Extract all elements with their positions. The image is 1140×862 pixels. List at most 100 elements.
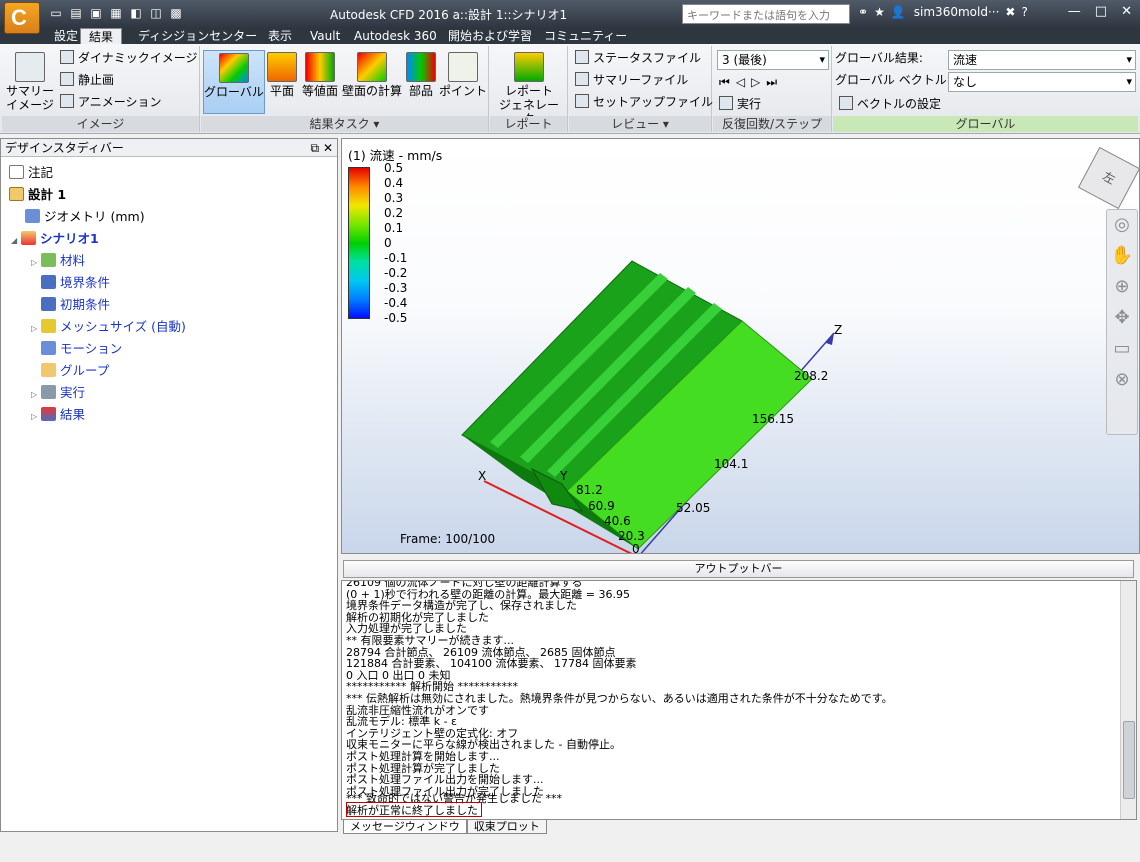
vector-settings-label: ベクトルの設定	[857, 97, 942, 111]
tab-community[interactable]: コミュニティー	[536, 28, 635, 44]
save-icon[interactable]: ▣	[88, 5, 104, 21]
fit-view-icon[interactable]: ▭	[1107, 338, 1137, 359]
pane-close-icon[interactable]: ✕	[323, 141, 333, 155]
tree-item-motion[interactable]: モーション	[41, 339, 122, 359]
expand-arrow-icon[interactable]: ▷	[31, 253, 41, 273]
point-label: ポイント	[439, 84, 488, 98]
review-panel-label[interactable]: レビュー ▾	[569, 116, 711, 132]
next-step-icon[interactable]: ▷	[751, 75, 766, 89]
binoculars-icon[interactable]: ⚭	[858, 5, 868, 19]
global-vector-select[interactable]: なし	[948, 72, 1136, 92]
graphics-viewport[interactable]: (1) 流速 - mm/s 0.5 0.4 0.3 0.2 0.1 0 -0.1…	[341, 138, 1140, 554]
global-button[interactable]: グローバル	[203, 50, 265, 114]
new-icon[interactable]: ▭	[48, 5, 64, 21]
report-generator-button[interactable]: レポート ジェネレータ	[494, 50, 564, 126]
look-icon[interactable]: ⊗	[1107, 369, 1137, 390]
image-panel: サマリー イメージ ダイナミックイメージ 静止画 アニメーション イメージ	[2, 46, 200, 132]
orbit-icon[interactable]: ✥	[1107, 307, 1137, 328]
tree-item-geometry[interactable]: ジオメトリ (mm)	[25, 207, 145, 227]
tree-item-initial-conditions[interactable]: 初期条件	[41, 295, 110, 315]
animation-button[interactable]: アニメーション	[60, 92, 162, 112]
tree-item-notes[interactable]: 注記	[9, 163, 53, 183]
tab-autodesk-360[interactable]: Autodesk 360	[346, 28, 445, 44]
design-folder-icon	[9, 187, 24, 201]
parts-button[interactable]: 部品	[405, 50, 437, 114]
pin-icon[interactable]: ⧉	[311, 141, 320, 155]
tab-getting-started[interactable]: 開始および学習	[440, 28, 540, 44]
expand-arrow-icon[interactable]: ▷	[31, 319, 41, 339]
plane-button[interactable]: 平面	[267, 50, 297, 114]
tab-vault[interactable]: Vault	[302, 28, 348, 44]
tab-results[interactable]: 結果	[80, 28, 123, 44]
import-icon[interactable]: ◧	[128, 5, 144, 21]
window-title: Autodesk CFD 2016 a::設計 1::シナリオ1	[330, 8, 568, 22]
tree-item-group[interactable]: グループ	[41, 361, 109, 381]
open-icon[interactable]: ▤	[68, 5, 84, 21]
global-panel-label: グローバル	[833, 116, 1138, 132]
expand-arrow-icon[interactable]: ▷	[31, 407, 41, 427]
output-scrollbar[interactable]	[1120, 581, 1136, 819]
still-image-button[interactable]: 静止画	[60, 70, 114, 90]
application-menu-button[interactable]: C	[4, 2, 40, 34]
tree-item-mesh-size[interactable]: ▷ メッシュサイズ (自動)	[31, 317, 186, 337]
tab-view[interactable]: 表示	[260, 28, 300, 44]
user-icon[interactable]: 👤	[891, 5, 906, 19]
expand-arrow-icon[interactable]: ▷	[31, 385, 41, 405]
user-name[interactable]: sim360mold···	[914, 5, 1000, 19]
iteration-panel-label: 反復回数/ステップ	[713, 116, 831, 132]
run-button[interactable]: 実行	[719, 94, 761, 114]
dynamic-image-label: ダイナミックイメージ	[78, 51, 198, 65]
wall-calculator-button[interactable]: 壁面の計算	[341, 50, 403, 114]
status-file-button[interactable]: ステータスファイル	[575, 48, 701, 68]
result-task-panel-label[interactable]: 結果タスク ▾	[201, 116, 488, 132]
maximize-button[interactable]: □	[1095, 4, 1107, 19]
first-step-icon[interactable]: ⏮	[719, 75, 736, 89]
x-tick-label: 40.6	[604, 514, 631, 528]
output-bar-header[interactable]: アウトプットバー	[343, 560, 1134, 578]
tree-item-design[interactable]: 設計 1	[9, 185, 66, 205]
help-icon[interactable]: ?	[1021, 5, 1027, 19]
summary-file-button[interactable]: サマリーファイル	[575, 70, 688, 90]
minimize-button[interactable]: —	[1068, 4, 1081, 19]
tab-convergence-plot[interactable]: 収束プロット	[466, 820, 547, 834]
settings-icon[interactable]: ▩	[168, 5, 184, 21]
zoom-icon[interactable]: ⊕	[1107, 276, 1137, 297]
point-button[interactable]: ポイント	[439, 50, 487, 114]
tree-item-results[interactable]: ▷ 結果	[31, 405, 85, 425]
dynamic-image-button[interactable]: ダイナミックイメージ	[60, 48, 198, 68]
tab-decision-center[interactable]: ディシジョンセンター	[130, 28, 265, 44]
dynamic-image-icon	[60, 50, 74, 64]
summary-image-button[interactable]: サマリー イメージ	[6, 50, 54, 114]
tree-item-material[interactable]: ▷ 材料	[31, 251, 85, 271]
view-icon[interactable]: ◫	[148, 5, 164, 21]
search-input[interactable]: キーワードまたは語句を入力	[682, 4, 850, 24]
output-message-window: 26109 個の流体ノードに対し壁の距離計算する (0 + 1)秒で行われる壁の…	[341, 580, 1137, 820]
tab-message-window[interactable]: メッセージウィンドウ	[343, 820, 467, 834]
tree-item-boundary-conditions[interactable]: 境界条件	[41, 273, 110, 293]
isosurface-button[interactable]: 等値面	[301, 50, 339, 114]
design-study-bar-header: デザインスタディバー ⧉ ✕	[1, 139, 337, 157]
iteration-select[interactable]: 3 (最後)	[717, 50, 829, 70]
vector-settings-button[interactable]: ベクトルの設定	[839, 94, 941, 114]
parts-icon	[406, 52, 436, 82]
scenario-icon	[21, 231, 36, 245]
close-button[interactable]: ✕	[1121, 4, 1132, 19]
animation-icon	[60, 94, 74, 108]
report-panel: レポート ジェネレータ レポート	[490, 46, 568, 132]
setup-file-button[interactable]: セットアップファイル	[575, 92, 713, 112]
tree-item-run[interactable]: ▷ 実行	[31, 383, 85, 403]
pan-hand-icon[interactable]: ✋	[1107, 245, 1137, 266]
tree-item-scenario[interactable]: ◢ シナリオ1	[11, 229, 99, 249]
exchange-icon[interactable]: ✖	[1005, 5, 1015, 19]
save-all-icon[interactable]: ▦	[108, 5, 124, 21]
global-icon	[219, 53, 249, 83]
collapse-arrow-icon[interactable]: ◢	[11, 231, 21, 251]
x-tick-label: 60.9	[588, 499, 615, 513]
prev-step-icon[interactable]: ◁	[736, 75, 751, 89]
favorite-star-icon[interactable]: ★	[874, 5, 885, 19]
last-step-icon[interactable]: ⏭	[766, 75, 783, 89]
scrollbar-thumb[interactable]	[1123, 721, 1135, 799]
global-result-select[interactable]: 流速	[948, 50, 1136, 70]
global-panel: グローバル結果: 流速 グローバル ベクトル: なし ベクトルの設定 グローバル	[833, 46, 1138, 132]
steering-wheel-icon[interactable]: ◎	[1107, 214, 1137, 235]
